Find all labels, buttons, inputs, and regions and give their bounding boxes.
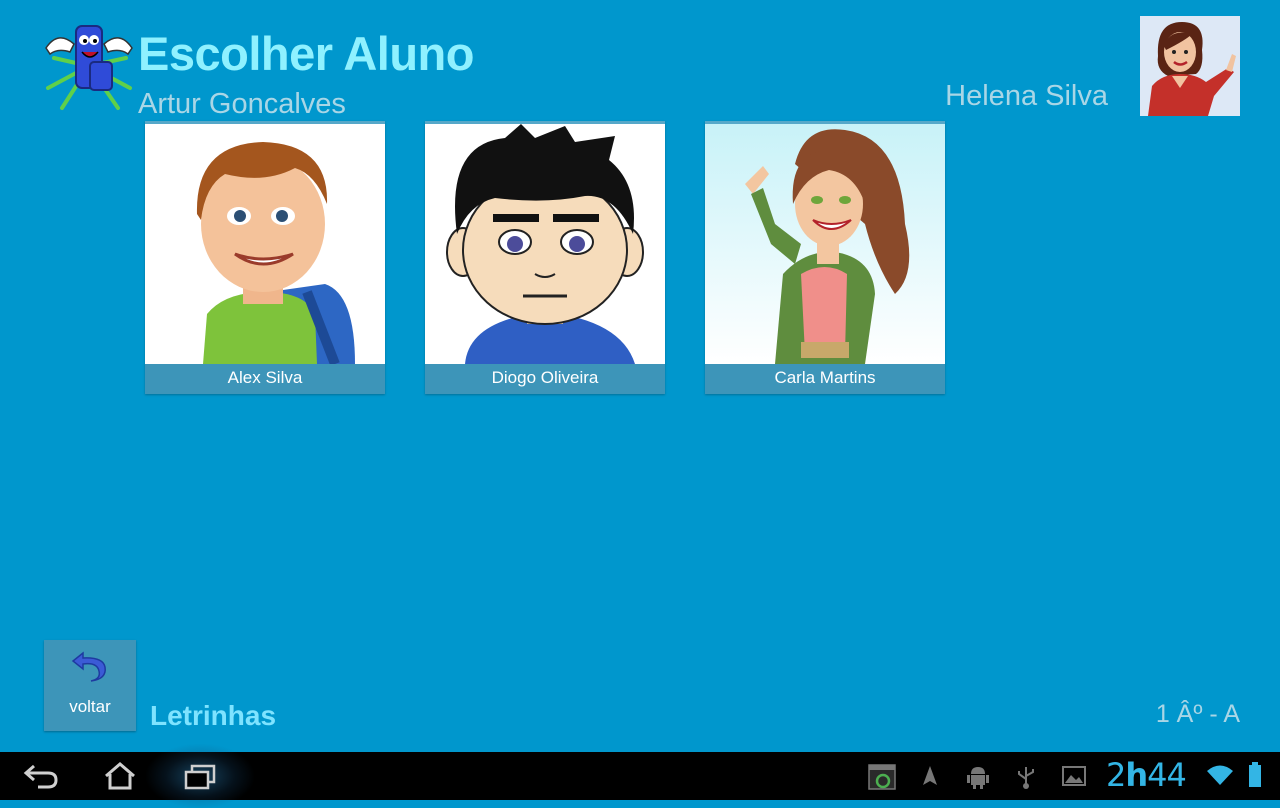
teacher-avatar[interactable] bbox=[1140, 16, 1240, 116]
clock-separator: h bbox=[1125, 756, 1148, 794]
clock-minutes: 44 bbox=[1147, 756, 1187, 794]
wifi-icon bbox=[1206, 764, 1234, 791]
student-card[interactable]: Alex Silva bbox=[145, 121, 385, 394]
class-label: 1 Âº - A bbox=[1155, 700, 1240, 728]
home-icon[interactable] bbox=[100, 760, 140, 792]
page-title: Escolher Aluno bbox=[138, 27, 474, 80]
gallery-icon bbox=[1062, 765, 1086, 792]
student-card[interactable]: Carla Martins bbox=[705, 121, 945, 394]
app-name: Letrinhas bbox=[150, 700, 277, 731]
back-button-label: voltar bbox=[69, 697, 111, 716]
android-debug-icon bbox=[967, 765, 989, 794]
student-name: Carla Martins bbox=[774, 368, 876, 387]
student-card[interactable]: Diogo Oliveira bbox=[425, 121, 665, 394]
back-icon[interactable] bbox=[22, 760, 62, 792]
battery-icon bbox=[1248, 762, 1262, 793]
teacher-name: Helena Silva bbox=[945, 80, 1108, 112]
girl-waving-avatar bbox=[705, 124, 945, 364]
screenshot-icon bbox=[868, 763, 896, 796]
page-subtitle: Artur Goncalves bbox=[138, 88, 346, 120]
student-name: Diogo Oliveira bbox=[491, 368, 599, 387]
undo-arrow-icon bbox=[71, 649, 109, 688]
usb-icon bbox=[1016, 765, 1036, 794]
clock: 2h44 bbox=[1106, 756, 1187, 794]
boy-with-backpack-avatar bbox=[145, 124, 385, 364]
back-button[interactable]: voltar bbox=[44, 640, 136, 731]
system-navigation-bar: 2h44 bbox=[0, 744, 1280, 808]
student-name: Alex Silva bbox=[227, 368, 303, 387]
clock-hours: 2 bbox=[1106, 756, 1126, 794]
boy-cartoon-avatar bbox=[425, 124, 665, 364]
location-icon bbox=[922, 765, 938, 792]
recent-apps-icon[interactable] bbox=[180, 760, 220, 792]
app-logo bbox=[40, 18, 138, 114]
